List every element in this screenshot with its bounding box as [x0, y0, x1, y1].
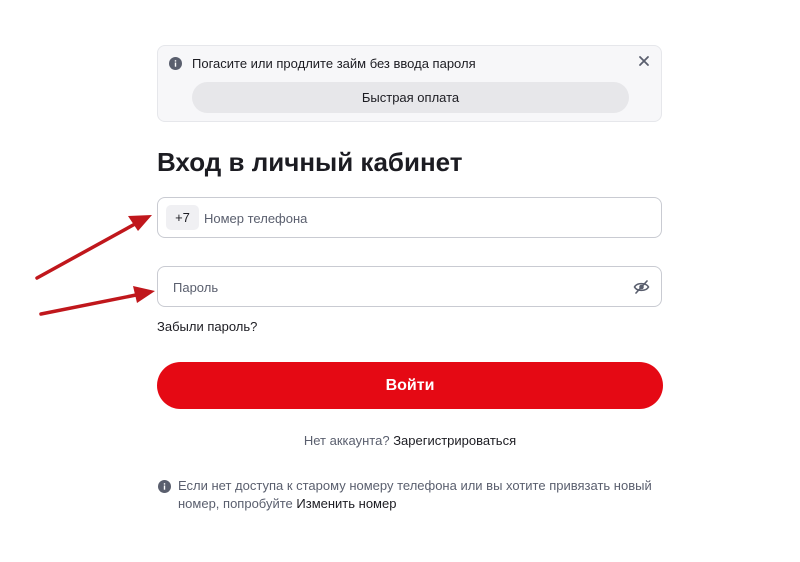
eye-slash-icon[interactable]: [633, 279, 650, 295]
arrow-to-password-field: [39, 286, 155, 316]
close-icon[interactable]: [637, 54, 651, 68]
forgot-password-link[interactable]: Забыли пароль?: [157, 318, 257, 335]
change-number-link[interactable]: Изменить номер: [296, 496, 396, 511]
password-field[interactable]: [157, 266, 662, 307]
change-number-note: Если нет доступа к старому номеру телефо…: [178, 477, 658, 513]
info-icon: [169, 57, 182, 70]
quick-pay-button[interactable]: Быстрая оплата: [192, 82, 629, 113]
note-text: Если нет доступа к старому номеру телефо…: [178, 478, 652, 511]
arrow-to-phone-field: [35, 215, 152, 280]
country-code: +7: [166, 205, 199, 230]
register-link[interactable]: Зарегистрироваться: [393, 433, 516, 448]
info-icon: [158, 480, 171, 493]
no-account-text: Нет аккаунта?: [303, 433, 390, 448]
phone-input[interactable]: [204, 206, 644, 230]
phone-field[interactable]: +7: [157, 197, 662, 238]
banner-text: Погасите или продлите займ без ввода пар…: [192, 56, 476, 71]
login-button[interactable]: Войти: [157, 362, 663, 409]
info-banner: Погасите или продлите займ без ввода пар…: [157, 45, 662, 122]
password-input[interactable]: [173, 275, 613, 299]
register-row: Нет аккаунта? Зарегистрироваться: [157, 432, 663, 449]
page-title: Вход в личный кабинет: [157, 147, 463, 177]
